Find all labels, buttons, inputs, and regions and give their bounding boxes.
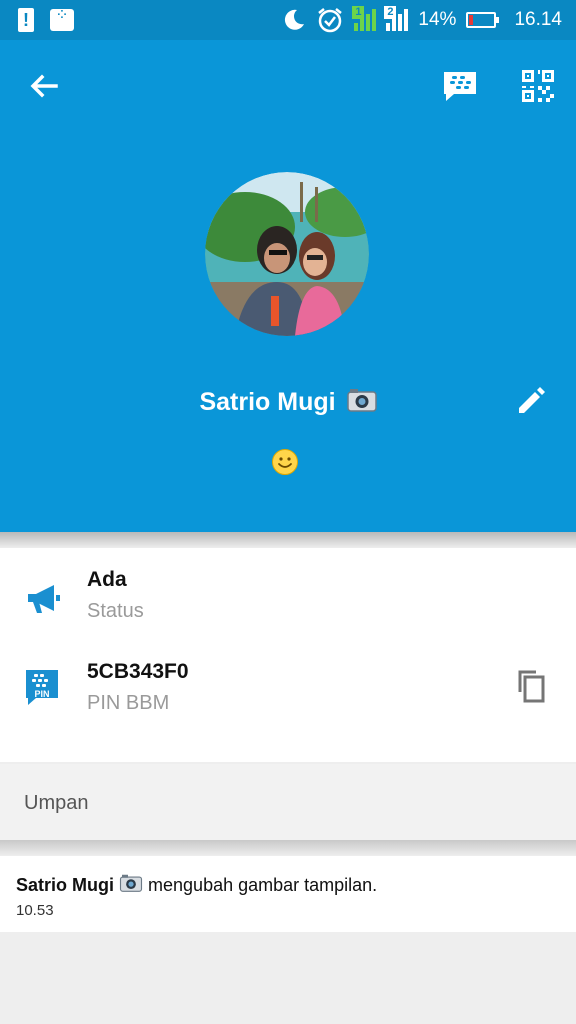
list-item[interactable]: Satrio Mugi mengubah gambar tampilan. 10… — [0, 856, 576, 932]
profile-name: Satrio Mugi — [199, 388, 336, 416]
pin-row[interactable]: PIN 5CB343F0 PIN BBM — [0, 654, 576, 734]
pin-value: 5CB343F0 — [87, 660, 189, 683]
alert-icon — [18, 8, 34, 32]
camera-icon — [346, 389, 377, 412]
status-row[interactable]: Ada Status — [0, 562, 576, 642]
pin-icon-text: PIN — [34, 689, 49, 699]
clock: 16.14 — [514, 9, 562, 30]
feed-item-name: Satrio Mugi — [16, 875, 114, 895]
feed-section-header: Umpan — [0, 764, 576, 840]
signal-sim1-icon: 1 — [352, 6, 377, 31]
profile-header: Satrio Mugi — [0, 40, 576, 532]
feed-section-title: Umpan — [24, 792, 89, 814]
copy-icon[interactable] — [514, 668, 550, 704]
smiley-emoji — [272, 449, 298, 475]
camera-icon — [119, 874, 143, 892]
profile-name-row: Satrio Mugi — [0, 388, 576, 417]
bbm-notification-icon — [50, 5, 74, 31]
status-bar: 1 2 14% 16.14 — [0, 0, 576, 40]
sim1-label: 1 — [352, 6, 365, 19]
moon-icon — [285, 9, 305, 30]
bbm-pin-icon: PIN — [26, 670, 58, 705]
avatar[interactable] — [205, 172, 369, 336]
back-arrow-icon[interactable] — [22, 66, 66, 106]
header-shadow — [0, 532, 576, 548]
feed-item-action: mengubah gambar tampilan. — [148, 875, 378, 895]
edit-pencil-icon[interactable] — [514, 382, 550, 418]
megaphone-icon — [28, 585, 60, 613]
section-shadow — [0, 840, 576, 856]
alarm-icon — [318, 8, 343, 33]
sim2-label: 2 — [384, 6, 397, 19]
signal-sim2-icon: 2 — [384, 6, 409, 31]
battery-level-fill — [469, 15, 474, 25]
status-value: Ada — [87, 568, 127, 591]
battery-percent: 14% — [418, 9, 457, 30]
pin-label: PIN BBM — [87, 692, 170, 714]
feed-item-text: Satrio Mugi mengubah gambar tampilan. — [16, 874, 377, 896]
profile-info-card: Ada Status PIN 5CB343F0 PIN BBM — [0, 548, 576, 762]
feed-item-time: 10.53 — [16, 902, 54, 919]
qr-code-icon[interactable] — [518, 66, 558, 106]
status-label: Status — [87, 600, 144, 622]
battery-icon — [466, 12, 500, 28]
bbm-chat-icon[interactable] — [440, 66, 480, 106]
